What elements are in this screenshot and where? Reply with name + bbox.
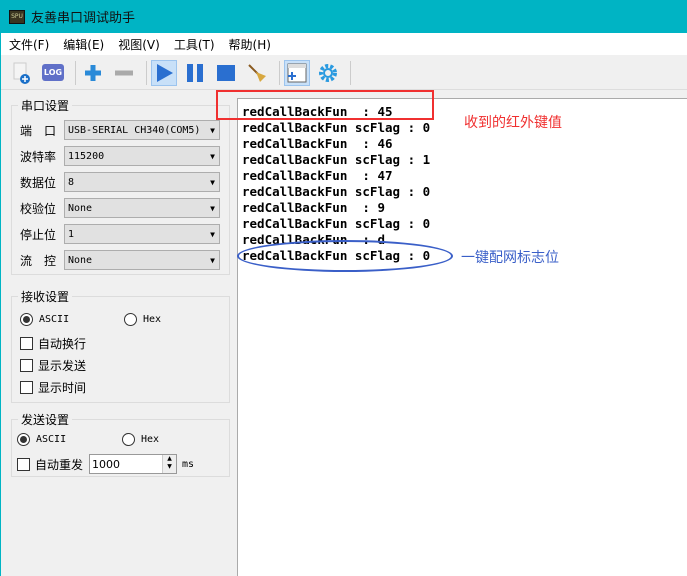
start-button[interactable] — [151, 59, 177, 86]
menu-view[interactable]: 视图(V) — [118, 36, 160, 53]
send-hex-label: Hex — [141, 434, 160, 445]
blue-highlight-ellipse — [237, 240, 453, 272]
title-bar: SPU 友善串口调试助手 — [1, 0, 687, 33]
serial-settings-title: 串口设置 — [18, 97, 73, 114]
new-file-button[interactable] — [9, 60, 35, 86]
annotation-ir-key-value: 收到的红外键值 — [464, 115, 562, 131]
app-icon: SPU — [9, 9, 25, 24]
flow-label: 流 控 — [20, 253, 57, 268]
toolbar: LOG — [1, 56, 687, 90]
chevron-down-icon: ▼ — [210, 203, 215, 213]
menu-tools[interactable]: 工具(T) — [174, 36, 215, 53]
receive-ascii-radio[interactable]: ASCII — [20, 313, 69, 326]
serial-settings-group: 串口设置 端 口 USB-SERIAL CH340(COM5) ▼ 波特率 11520… — [11, 97, 230, 275]
settings-panel: 串口设置 端 口 USB-SERIAL CH340(COM5) ▼ 波特率 11520… — [1, 91, 235, 576]
databits-select[interactable]: 8 ▼ — [64, 172, 220, 192]
receive-settings-title: 接收设置 — [18, 288, 73, 305]
stopbits-select[interactable]: 1 ▼ — [64, 224, 220, 244]
port-select[interactable]: USB-SERIAL CH340(COM5) ▼ — [64, 120, 220, 140]
receive-settings-group: 接收设置 ASCII Hex 自动换行 显示发送 显示时间 — [11, 288, 230, 403]
menu-help[interactable]: 帮助(H) — [229, 36, 271, 53]
menu-bar: 文件(F) 编辑(E) 视图(V) 工具(T) 帮助(H) — [1, 33, 687, 55]
parity-value: None — [68, 202, 93, 214]
stop-icon — [217, 64, 235, 81]
flow-value: None — [68, 254, 93, 266]
port-value: USB-SERIAL CH340(COM5) — [68, 124, 201, 136]
baud-select[interactable]: 115200 ▼ — [64, 146, 220, 166]
play-icon — [157, 63, 173, 82]
receive-hex-label: Hex — [143, 314, 162, 325]
chevron-down-icon: ▼ — [210, 151, 215, 161]
interval-value: 1000 — [92, 457, 121, 471]
show-time-label: 显示时间 — [38, 381, 87, 395]
spin-arrows-icon[interactable]: ▲ ▼ — [162, 455, 177, 473]
settings-button[interactable] — [315, 60, 341, 86]
port-label: 端 口 — [20, 123, 57, 138]
interval-spinbox[interactable]: 1000 ▲ ▼ — [89, 454, 178, 474]
log-button[interactable]: LOG — [40, 60, 66, 86]
auto-wrap-label: 自动换行 — [38, 337, 87, 351]
flow-select[interactable]: None ▼ — [64, 250, 220, 270]
minus-icon — [115, 70, 133, 75]
radio-icon — [124, 313, 137, 326]
checkbox-icon — [20, 381, 33, 394]
add-button[interactable] — [80, 60, 106, 86]
send-settings-group: 发送设置 ASCII Hex 自动重发 1000 ▲ ▼ ms — [11, 411, 230, 477]
auto-resend-checkbox[interactable] — [17, 457, 30, 471]
remove-button[interactable] — [111, 60, 137, 86]
show-send-checkbox[interactable]: 显示发送 — [20, 357, 86, 374]
receive-output-area[interactable]: redCallBackFun : 45 redCallBackFun scFla… — [237, 98, 687, 576]
window-add-icon — [287, 63, 307, 82]
checkbox-icon — [20, 337, 33, 350]
receive-hex-radio[interactable]: Hex — [124, 313, 161, 326]
show-send-label: 显示发送 — [38, 359, 87, 373]
gear-icon — [319, 63, 337, 82]
databits-label: 数据位 — [20, 175, 57, 190]
stopbits-value: 1 — [68, 228, 75, 240]
menu-file[interactable]: 文件(F) — [9, 36, 49, 53]
menu-edit[interactable]: 编辑(E) — [63, 36, 104, 53]
broom-icon — [248, 63, 266, 82]
clear-button[interactable] — [244, 60, 270, 86]
interval-unit: ms — [182, 458, 195, 470]
log-icon: LOG — [41, 64, 65, 81]
baud-label: 波特率 — [20, 149, 57, 164]
parity-select[interactable]: None ▼ — [64, 198, 220, 218]
stopbits-label: 停止位 — [20, 227, 57, 242]
stop-button[interactable] — [213, 60, 239, 86]
auto-resend-label: 自动重发 — [35, 457, 84, 472]
receive-ascii-label: ASCII — [39, 314, 70, 325]
radio-icon — [20, 313, 33, 326]
pause-button[interactable] — [182, 60, 208, 86]
red-highlight-box — [216, 90, 434, 120]
new-file-icon — [13, 62, 30, 84]
radio-icon — [122, 433, 135, 446]
radio-icon — [17, 433, 30, 446]
pause-icon — [187, 63, 203, 82]
chevron-down-icon: ▼ — [210, 255, 215, 265]
chevron-down-icon: ▼ — [210, 229, 215, 239]
baud-value: 115200 — [68, 150, 105, 162]
send-ascii-label: ASCII — [36, 434, 67, 445]
send-hex-radio[interactable]: Hex — [122, 433, 159, 446]
chevron-down-icon: ▼ — [210, 177, 215, 187]
plus-icon — [85, 64, 101, 81]
send-ascii-radio[interactable]: ASCII — [17, 433, 66, 446]
parity-label: 校验位 — [20, 201, 57, 216]
show-time-checkbox[interactable]: 显示时间 — [20, 379, 86, 396]
send-settings-title: 发送设置 — [18, 411, 73, 428]
window-button[interactable] — [284, 59, 310, 86]
databits-value: 8 — [68, 176, 75, 188]
annotation-network-flag: 一键配网标志位 — [461, 250, 559, 266]
auto-wrap-checkbox[interactable]: 自动换行 — [20, 335, 86, 352]
checkbox-icon — [20, 359, 33, 372]
chevron-down-icon: ▼ — [210, 125, 215, 135]
window-title: 友善串口调试助手 — [31, 11, 136, 26]
